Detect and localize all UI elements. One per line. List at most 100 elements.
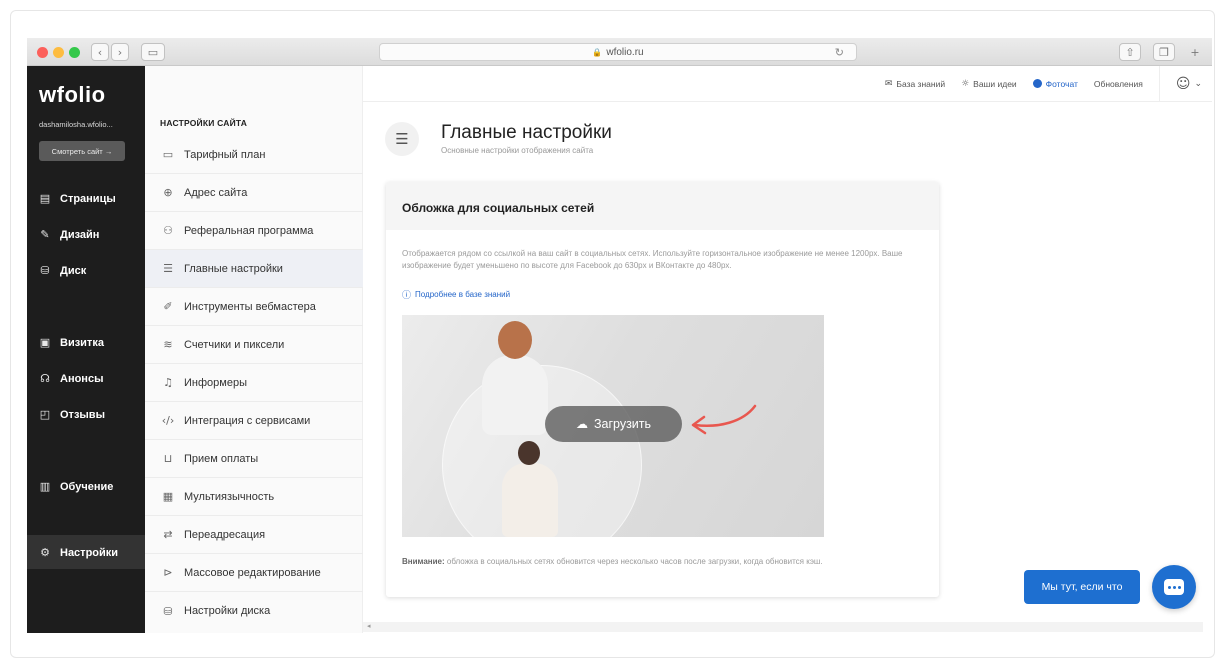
user-menu[interactable]: ☺ ⌄ <box>1176 76 1202 92</box>
cover-image-preview[interactable]: ☁ Загрузить <box>402 315 824 537</box>
back-button[interactable]: ‹ <box>91 43 109 61</box>
sidebar-item-label: Страницы <box>60 192 116 205</box>
reviews-icon: ◰ <box>39 408 51 421</box>
submenu-item-webmaster[interactable]: ✐ Инструменты вебмастера <box>145 288 363 326</box>
knowledge-base-label: База знаний <box>896 78 946 89</box>
submenu-item-integrations[interactable]: ‹/› Интеграция с сервисами <box>145 402 363 440</box>
submenu-item-address[interactable]: ⊕ Адрес сайта <box>145 174 363 212</box>
share-icon: ⇧ <box>1125 45 1135 59</box>
language-icon: ▦ <box>162 490 174 503</box>
submenu-item-label: Инструменты вебмастера <box>184 300 316 313</box>
sidebar-item-learning[interactable]: ▥ Обучение <box>39 480 114 493</box>
submenu-item-label: Тарифный план <box>184 148 266 161</box>
submenu-item-label: Массовое редактирование <box>184 566 321 579</box>
card-title: Обложка для социальных сетей <box>402 201 595 215</box>
tabs-button[interactable]: ❐ <box>1153 43 1175 61</box>
chat-bubble-button[interactable] <box>1152 565 1196 609</box>
submenu-item-multilang[interactable]: ▦ Мультиязычность <box>145 478 363 516</box>
lightbulb-icon: ☼ <box>961 78 970 89</box>
disk-icon: ⛁ <box>40 264 50 277</box>
book-open-icon: ✉ <box>884 78 893 89</box>
megaphone-icon: ☊ <box>40 372 50 385</box>
code-icon: ‹/› <box>161 414 175 427</box>
settings-sliders-icon: ☰ <box>385 122 419 156</box>
submenu-title: НАСТРОЙКИ САЙТА <box>160 118 248 128</box>
chat-icon <box>1164 579 1184 595</box>
sliders-icon: ☰ <box>163 262 173 275</box>
submenu-item-label: Главные настройки <box>184 262 283 275</box>
close-window-button[interactable] <box>37 47 48 58</box>
card-icon: ▣ <box>39 336 51 349</box>
cover-figure <box>498 321 532 359</box>
browser-toolbar: ‹ › ▭ 🔒 wfolio.ru ↻ ⇧ ❐ + <box>27 38 1212 66</box>
cloud-upload-icon: ☁ <box>575 417 588 431</box>
disk-settings-icon: ⛁ <box>163 604 173 618</box>
sidebar-item-label: Визитка <box>60 336 104 349</box>
page-title: Главные настройки <box>441 122 612 143</box>
sidebar-item-disk[interactable]: ⛁ Диск <box>39 264 86 277</box>
reload-icon[interactable]: ↻ <box>835 46 844 59</box>
top-navigation: ✉ База знаний ☼ Ваши идеи Фоточат Обновл… <box>363 65 1212 102</box>
submenu-item-payments[interactable]: ⊔ Прием оплаты <box>145 440 363 478</box>
redirect-icon: ⇄ <box>163 528 173 541</box>
submenu-item-redirect[interactable]: ⇄ Переадресация <box>145 516 363 554</box>
user-email: dashamilosha.wfolio... <box>39 120 113 129</box>
share-button[interactable]: ⇧ <box>1119 43 1141 61</box>
updates-label: Обновления <box>1093 78 1143 89</box>
back-icon: ‹ <box>97 45 103 59</box>
brush-icon: ✎ <box>40 228 50 241</box>
horizontal-scrollbar[interactable]: ◂ <box>363 622 1203 632</box>
sidebar-item-label: Отзывы <box>60 408 105 421</box>
sidebar-item-label: Диск <box>60 264 87 277</box>
upload-button[interactable]: ☁ Загрузить <box>545 406 682 442</box>
globe-icon: ⊕ <box>163 186 173 199</box>
gear-icon: ⚙ <box>40 546 50 559</box>
photochat-icon <box>1032 79 1042 88</box>
address-bar[interactable]: 🔒 wfolio.ru ↻ <box>379 43 857 61</box>
sidebar-toggle-button[interactable]: ▭ <box>141 43 165 61</box>
referral-icon: ⚇ <box>163 224 173 237</box>
logo[interactable]: wfolio <box>39 82 106 108</box>
tabs-icon: ❐ <box>1159 45 1169 59</box>
new-tab-button[interactable]: + <box>1185 43 1205 61</box>
ideas-link[interactable]: ☼ Ваши идеи <box>961 79 1017 89</box>
submenu-item-disk-settings[interactable]: ⛁ Настройки диска <box>145 592 363 630</box>
submenu-item-label: Интеграция с сервисами <box>184 414 311 427</box>
submenu-item-counters[interactable]: ≋ Счетчики и пиксели <box>145 326 363 364</box>
updates-link[interactable]: Обновления <box>1094 79 1143 89</box>
submenu-item-label: Информеры <box>184 376 247 389</box>
sidebar-toggle-icon: ▭ <box>147 45 159 59</box>
user-icon: ☺ <box>1175 75 1191 92</box>
cart-icon: ⊔ <box>163 452 173 465</box>
sidebar-item-settings[interactable]: ⚙ Настройки <box>39 546 118 559</box>
submenu-item-main-settings[interactable]: ☰ Главные настройки <box>145 250 363 288</box>
forward-button[interactable]: › <box>111 43 129 61</box>
main-content: ☰ Главные настройки Основные настройки о… <box>363 102 1212 633</box>
browser-window: ‹ › ▭ 🔒 wfolio.ru ↻ ⇧ ❐ + wfolio dashami… <box>27 38 1212 633</box>
sidebar-item-reviews[interactable]: ◰ Отзывы <box>39 408 105 421</box>
knowledge-base-link[interactable]: ✉ База знаний <box>885 79 945 89</box>
sidebar-item-pages[interactable]: ▤ Страницы <box>39 192 116 205</box>
submenu-item-referral[interactable]: ⚇ Реферальная программа <box>145 212 363 250</box>
url-text: wfolio.ru <box>606 46 644 58</box>
nav-divider <box>1158 65 1160 102</box>
submenu-item-tariff[interactable]: ▭ Тарифный план <box>145 136 363 174</box>
bell-icon: ♫ <box>163 376 173 389</box>
minimize-window-button[interactable] <box>53 47 64 58</box>
chat-prompt-button[interactable]: Мы тут, если что <box>1024 570 1140 604</box>
sidebar-item-design[interactable]: ✎ Дизайн <box>39 228 99 241</box>
sidebar-item-announcements[interactable]: ☊ Анонсы <box>39 372 103 385</box>
submenu-item-label: Счетчики и пиксели <box>184 338 285 351</box>
view-site-button[interactable]: Смотреть сайт → <box>39 141 125 161</box>
knowledge-base-more-link[interactable]: ⓘ Подробнее в базе знаний <box>402 288 510 301</box>
sidebar-item-card[interactable]: ▣ Визитка <box>39 336 104 349</box>
page-icon: ▤ <box>39 192 51 205</box>
lock-icon: 🔒 <box>592 47 603 57</box>
submenu-item-bulk-edit[interactable]: ⊳ Массовое редактирование <box>145 554 363 592</box>
maximize-window-button[interactable] <box>69 47 80 58</box>
photochat-link[interactable]: Фоточат <box>1032 79 1078 89</box>
submenu-item-label: Настройки диска <box>184 605 271 617</box>
submenu-item-informers[interactable]: ♫ Информеры <box>145 364 363 402</box>
cache-warning: Внимание: обложка в социальных сетях обн… <box>402 556 922 568</box>
sidebar-item-label: Дизайн <box>60 228 100 241</box>
